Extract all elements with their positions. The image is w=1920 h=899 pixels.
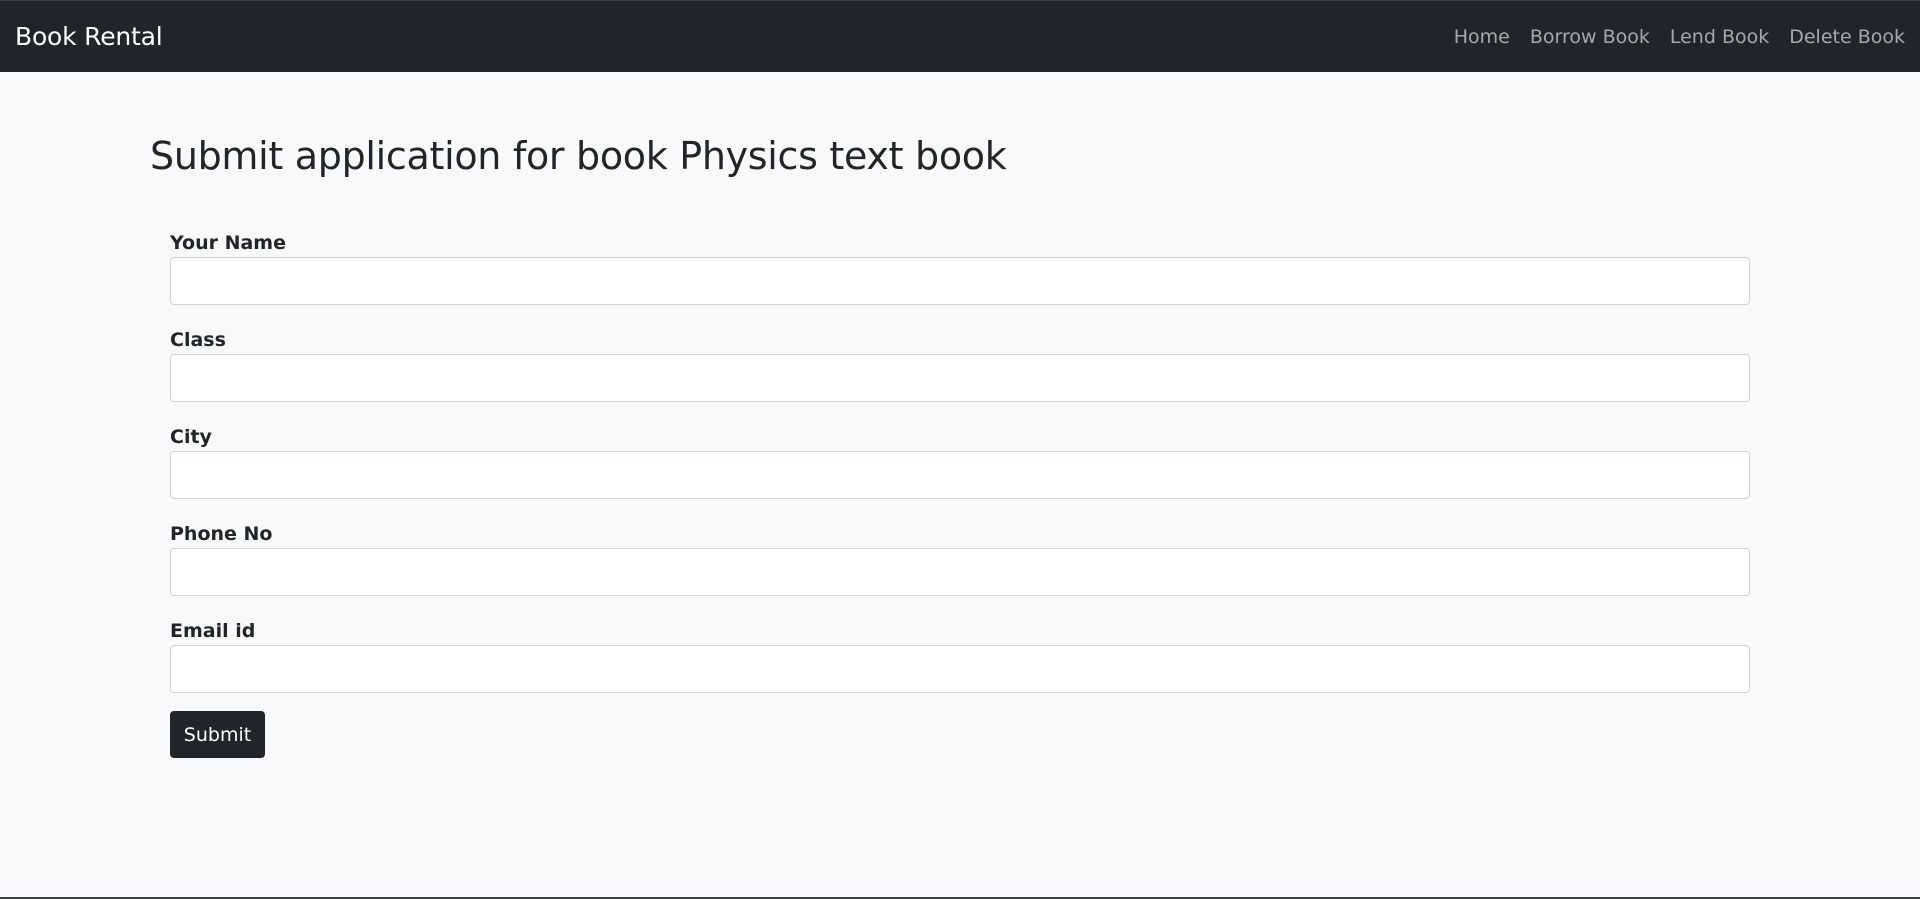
email-id-label: Email id: [170, 620, 256, 642]
field-phone-no: Phone No: [170, 523, 1750, 596]
nav-link-lend-book[interactable]: Lend Book: [1670, 26, 1769, 48]
nav-links: Home Borrow Book Lend Book Delete Book: [1434, 26, 1905, 48]
city-label: City: [170, 426, 212, 448]
field-your-name: Your Name: [170, 232, 1750, 305]
navbar: Book Rental Home Borrow Book Lend Book D…: [0, 0, 1920, 72]
your-name-input[interactable]: [170, 257, 1750, 305]
page-title: Submit application for book Physics text…: [150, 134, 1007, 178]
nav-link-home[interactable]: Home: [1454, 26, 1510, 48]
field-email-id: Email id: [170, 620, 1750, 693]
city-input[interactable]: [170, 451, 1750, 499]
class-input[interactable]: [170, 354, 1750, 402]
phone-no-input[interactable]: [170, 548, 1750, 596]
your-name-label: Your Name: [170, 232, 286, 254]
class-label: Class: [170, 329, 226, 351]
nav-link-delete-book[interactable]: Delete Book: [1789, 26, 1905, 48]
field-city: City: [170, 426, 1750, 499]
field-class: Class: [170, 329, 1750, 402]
application-form: Your Name Class City Phone No Email id S…: [170, 232, 1750, 758]
nav-link-borrow-book[interactable]: Borrow Book: [1530, 26, 1650, 48]
submit-button[interactable]: Submit: [170, 711, 265, 758]
email-id-input[interactable]: [170, 645, 1750, 693]
phone-no-label: Phone No: [170, 523, 273, 545]
brand-link[interactable]: Book Rental: [15, 22, 163, 51]
